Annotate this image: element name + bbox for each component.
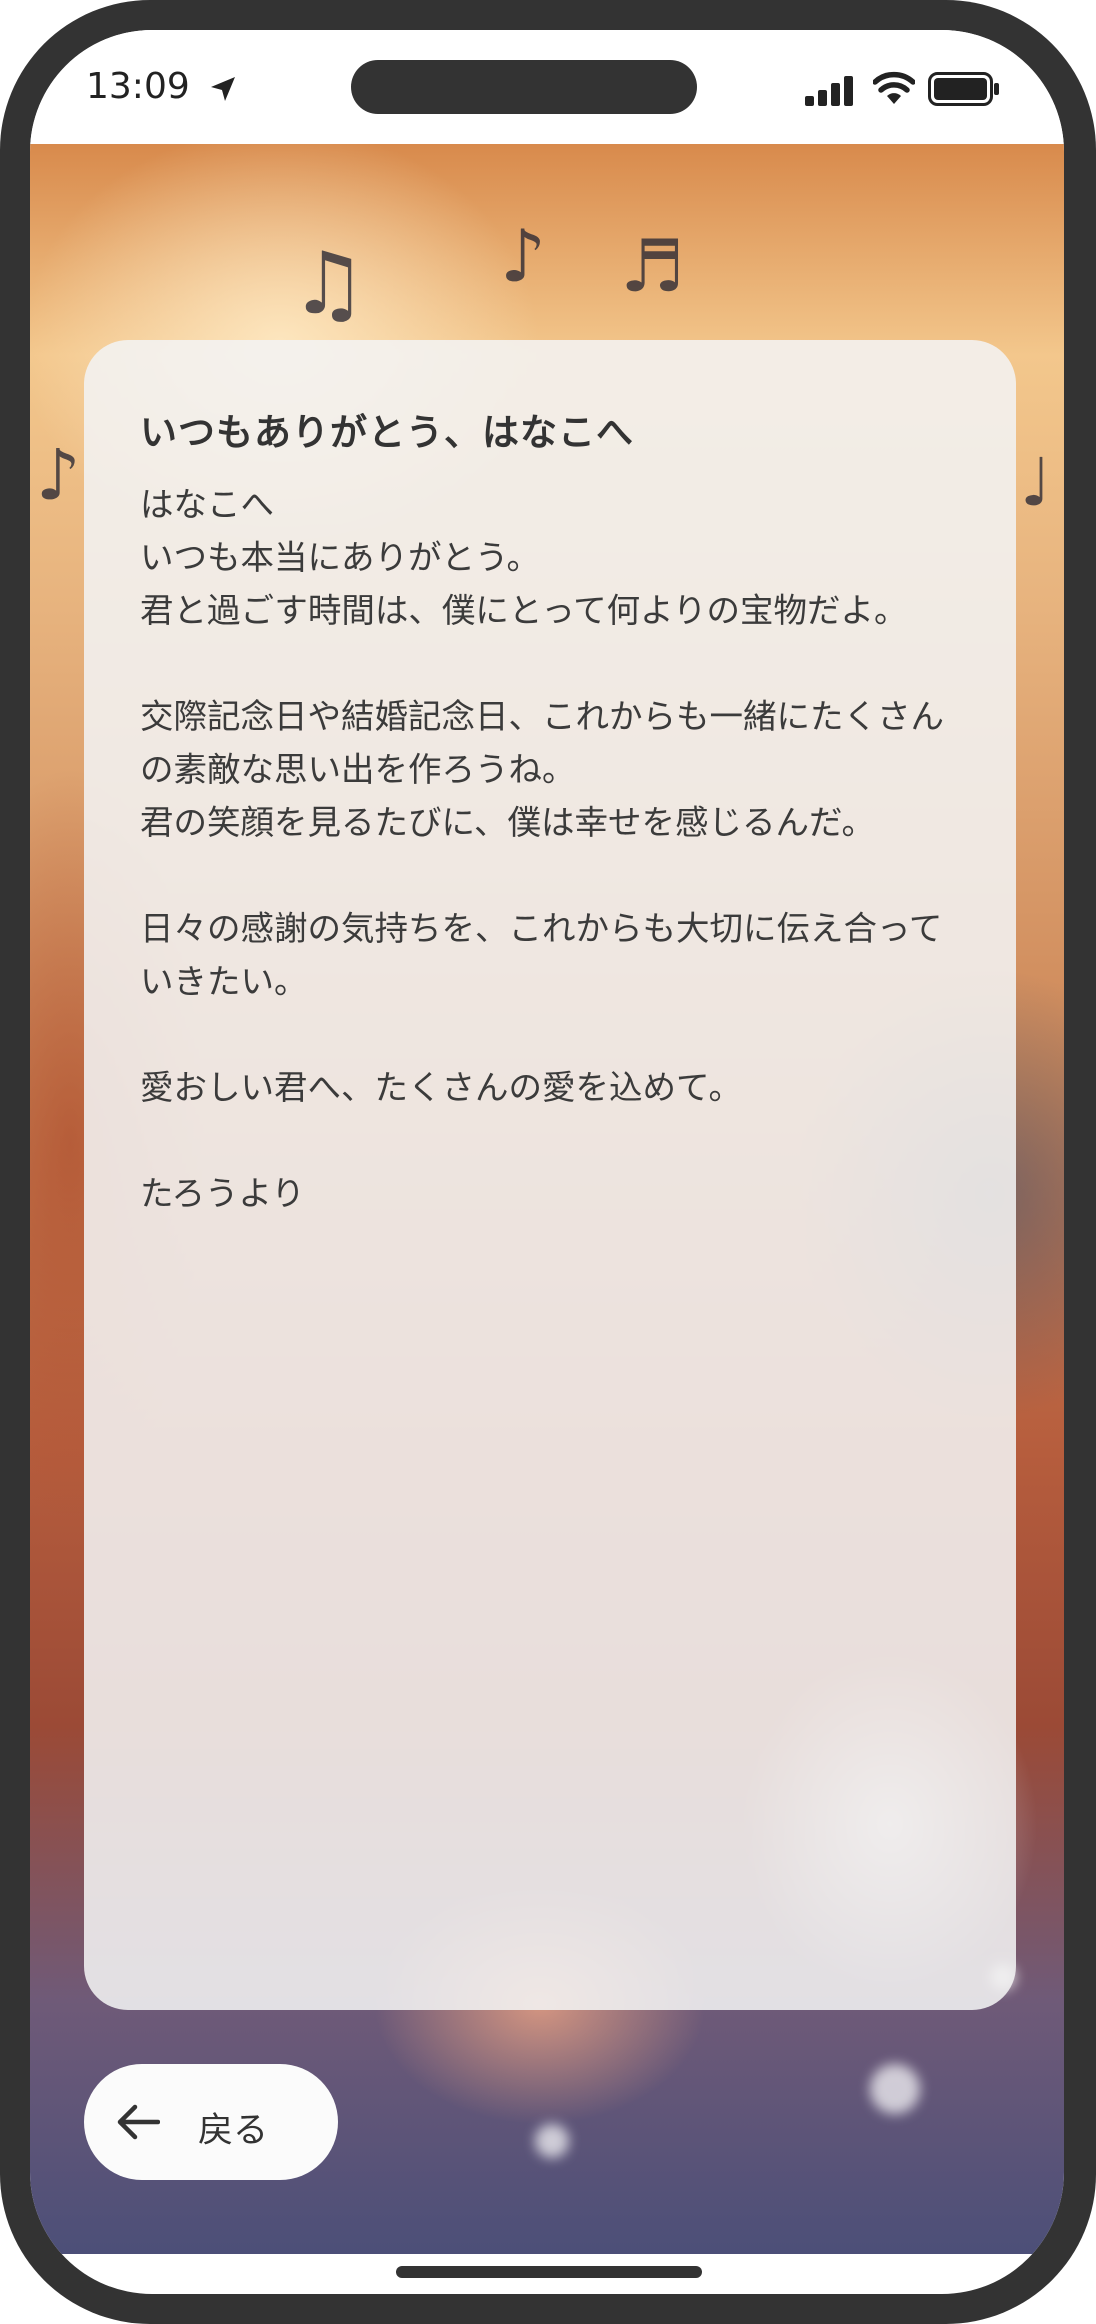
music-note-icon: ♩: [1020, 444, 1052, 521]
music-note-icon: ♬: [620, 224, 685, 308]
home-indicator[interactable]: [396, 2266, 702, 2278]
arrow-left-icon: [116, 2103, 161, 2145]
music-note-icon: ♫: [290, 234, 368, 334]
back-button-label: 戻る: [198, 2111, 269, 2151]
light-bokeh: [535, 2124, 569, 2158]
screen: 13:09 ♫ ♪ ♬ ♪ ♩ いつもありがとう、はなこへ はなこへ いつも本当…: [30, 30, 1064, 2294]
signal-icon: [805, 76, 857, 110]
letter-card: いつもありがとう、はなこへ はなこへ いつも本当にありがとう。 君と過ごす時間は…: [84, 340, 1016, 2010]
location-arrow-icon: [208, 74, 238, 108]
background-illustration: ♫ ♪ ♬ ♪ ♩ いつもありがとう、はなこへ はなこへ いつも本当にありがとう…: [30, 144, 1064, 2254]
letter-body: はなこへ いつも本当にありがとう。 君と過ごす時間は、僕にとって何よりの宝物だよ…: [140, 485, 944, 1213]
dynamic-island: [351, 60, 697, 114]
status-time: 13:09: [86, 66, 190, 107]
status-bar: 13:09: [30, 30, 1064, 144]
battery-icon: [928, 72, 1000, 110]
music-note-icon: ♪: [500, 214, 546, 298]
light-bokeh: [870, 2064, 920, 2114]
back-button[interactable]: 戻る: [84, 2064, 338, 2180]
phone-frame: 13:09 ♫ ♪ ♬ ♪ ♩ いつもありがとう、はなこへ はなこへ いつも本当…: [0, 0, 1096, 2324]
letter-title: いつもありがとう、はなこへ: [140, 411, 634, 454]
wifi-icon: [872, 70, 916, 108]
music-note-icon: ♪: [36, 434, 81, 516]
